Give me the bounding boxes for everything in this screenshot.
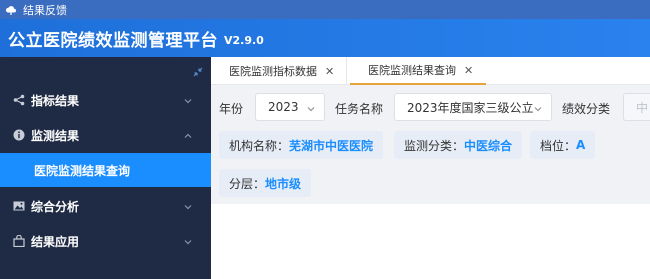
org-name-value: 芜湖市中医医院 — [289, 138, 374, 153]
perf-label: 绩效分类 — [562, 102, 611, 116]
monitor-category-tag: 监测分类： 中医综合 — [394, 131, 523, 159]
monitor-category-label: 监测分类： — [404, 138, 465, 153]
tab-bar: 医院监测指标数据 ✕ 医院监测结果查询 ✕ — [211, 57, 650, 85]
sidebar-item-label: 综合分析 — [31, 199, 80, 214]
grade-value: A — [576, 138, 586, 152]
tier-value: 地市级 — [265, 176, 302, 191]
monitor-category-value: 中医综合 — [464, 138, 513, 153]
chevron-down-icon — [533, 103, 543, 113]
tab-indicator-data[interactable]: 医院监测指标数据 ✕ — [211, 57, 347, 85]
year-label: 年份 — [219, 102, 244, 116]
sidebar-item-label: 监测结果 — [31, 128, 80, 143]
info-circle-icon — [12, 128, 26, 142]
sidebar-subitem-label: 医院监测结果查询 — [34, 163, 131, 178]
sidebar: 指标结果 监测结果 医院监测结果查询 综合分析 结果应用 — [0, 57, 211, 279]
tab-result-query[interactable]: 医院监测结果查询 ✕ — [350, 57, 486, 85]
window-titlebar: 结果反馈 — [0, 0, 650, 19]
sidebar-item-label: 指标结果 — [31, 93, 80, 108]
cloud-icon — [5, 4, 17, 16]
chevron-up-icon — [183, 130, 193, 140]
close-icon[interactable]: ✕ — [464, 64, 473, 77]
app-header: 公立医院绩效监测管理平台 V2.9.0 — [0, 19, 650, 57]
chevron-down-icon — [183, 95, 193, 105]
grade-tag: 档位： A — [530, 131, 596, 159]
sidebar-subitem-hospital-result-query[interactable]: 医院监测结果查询 — [0, 153, 211, 187]
sidebar-item-indicator-results[interactable]: 指标结果 — [0, 83, 211, 117]
sidebar-item-result-application[interactable]: 结果应用 — [0, 224, 211, 258]
app-version: V2.9.0 — [224, 33, 264, 47]
image-icon — [12, 199, 26, 213]
tab-label: 医院监测指标数据 — [229, 65, 317, 78]
task-label: 任务名称 — [335, 102, 384, 116]
perf-select[interactable]: 中 — [623, 93, 650, 121]
task-select[interactable]: 2023年度国家三级公立 — [394, 93, 552, 121]
perf-select-value: 中 — [636, 100, 649, 115]
window-title: 结果反馈 — [23, 3, 67, 17]
tier-label: 分层： — [229, 176, 266, 191]
chevron-down-icon — [306, 103, 316, 113]
tab-label: 医院监测结果查询 — [368, 64, 456, 77]
tier-tag: 分层： 地市级 — [219, 169, 312, 197]
close-icon[interactable]: ✕ — [325, 65, 334, 78]
sidebar-item-label: 结果应用 — [31, 234, 80, 249]
sidebar-item-monitoring-results[interactable]: 监测结果 — [0, 118, 211, 152]
chevron-down-icon — [183, 201, 193, 211]
year-select-value: 2023 — [268, 100, 299, 114]
share-icon — [12, 93, 26, 107]
chevron-down-icon — [183, 236, 193, 246]
grade-label: 档位： — [540, 138, 577, 153]
org-name-tag: 机构名称： 芜湖市中医医院 — [219, 131, 384, 159]
org-name-label: 机构名称： — [229, 138, 290, 153]
task-select-value: 2023年度国家三级公立 — [407, 100, 534, 115]
bag-icon — [12, 234, 26, 248]
app-title: 公立医院绩效监测管理平台 — [8, 30, 218, 51]
year-select[interactable]: 2023 — [255, 93, 325, 121]
result-panel — [211, 204, 650, 279]
sidebar-item-comprehensive-analysis[interactable]: 综合分析 — [0, 189, 211, 223]
collapse-arrows-icon[interactable] — [193, 62, 203, 77]
